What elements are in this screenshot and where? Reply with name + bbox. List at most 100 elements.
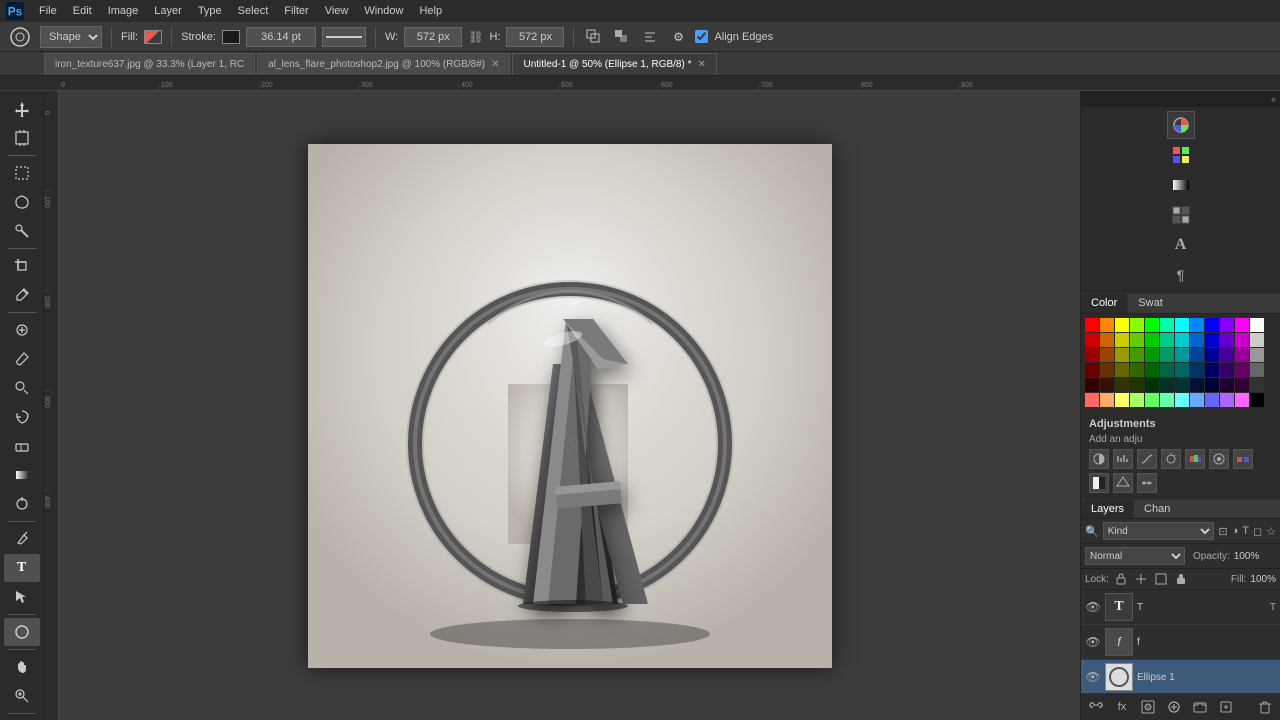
curves-icon[interactable]: [1137, 449, 1157, 469]
swatch[interactable]: [1145, 378, 1159, 392]
swatch[interactable]: [1115, 363, 1129, 377]
swatch[interactable]: [1115, 348, 1129, 362]
swatch[interactable]: [1250, 363, 1264, 377]
menu-view[interactable]: View: [318, 3, 356, 19]
swatch[interactable]: [1250, 348, 1264, 362]
menu-image[interactable]: Image: [101, 3, 146, 19]
swatch[interactable]: [1100, 318, 1114, 332]
channel-mixer-icon[interactable]: [1137, 473, 1157, 493]
add-style-button[interactable]: fx: [1111, 697, 1133, 717]
marquee-tool[interactable]: [4, 159, 40, 187]
hand-tool[interactable]: [4, 653, 40, 681]
kind-smart-icon[interactable]: ☆: [1266, 525, 1276, 538]
swatches-icon[interactable]: [1167, 141, 1195, 169]
swatch[interactable]: [1160, 393, 1174, 407]
layers-kind-select[interactable]: Kind Name Effect Mode: [1103, 522, 1215, 540]
swatch[interactable]: [1205, 333, 1219, 347]
layer-visibility-icon-3[interactable]: 👁: [1085, 670, 1101, 684]
swatch[interactable]: [1130, 393, 1144, 407]
lock-artboard-icon[interactable]: [1153, 571, 1169, 587]
swatch[interactable]: [1190, 333, 1204, 347]
lock-pixels-icon[interactable]: [1113, 571, 1129, 587]
swatch[interactable]: [1130, 378, 1144, 392]
color-tab[interactable]: Color: [1081, 294, 1128, 313]
history-brush-tool[interactable]: [4, 403, 40, 431]
swatch[interactable]: [1220, 393, 1234, 407]
stroke-size-input[interactable]: [246, 27, 316, 47]
stroke-swatch-area[interactable]: [222, 30, 240, 44]
brush-tool[interactable]: [4, 345, 40, 373]
path-ops-icon[interactable]: [611, 26, 633, 48]
new-layer-button[interactable]: [1215, 697, 1237, 717]
swatch[interactable]: [1235, 378, 1249, 392]
swatch[interactable]: [1235, 318, 1249, 332]
swatch[interactable]: [1100, 363, 1114, 377]
panel-collapse-button[interactable]: «: [1081, 91, 1280, 107]
move-tool[interactable]: [4, 95, 40, 123]
fill-swatch[interactable]: [144, 30, 162, 44]
photo-filter-icon[interactable]: [1113, 473, 1133, 493]
swatch[interactable]: [1220, 348, 1234, 362]
color-picker-icon[interactable]: [1167, 111, 1195, 139]
levels-icon[interactable]: [1113, 449, 1133, 469]
menu-edit[interactable]: Edit: [66, 3, 99, 19]
layer-item-ellipse[interactable]: 👁 Ellipse 1: [1081, 660, 1280, 693]
swatch[interactable]: [1145, 348, 1159, 362]
gradient-tool[interactable]: [4, 461, 40, 489]
kind-type-icon[interactable]: T: [1242, 525, 1249, 537]
menu-file[interactable]: File: [32, 3, 64, 19]
swatch[interactable]: [1085, 333, 1099, 347]
swatch[interactable]: [1160, 378, 1174, 392]
menu-help[interactable]: Help: [412, 3, 449, 19]
path-arrange-icon[interactable]: [583, 26, 605, 48]
layer-item-text[interactable]: 👁 T T T: [1081, 590, 1280, 625]
type-tool[interactable]: T: [4, 554, 40, 582]
swatch[interactable]: [1250, 333, 1264, 347]
layer-visibility-icon-2[interactable]: 👁: [1085, 635, 1101, 649]
swatch[interactable]: [1220, 378, 1234, 392]
layer-item-fx[interactable]: 👁 f f: [1081, 625, 1280, 660]
height-input[interactable]: [506, 27, 564, 47]
swatch[interactable]: [1175, 393, 1189, 407]
black-white-icon[interactable]: [1089, 473, 1109, 493]
swatch[interactable]: [1205, 363, 1219, 377]
add-mask-button[interactable]: [1137, 697, 1159, 717]
menu-filter[interactable]: Filter: [277, 3, 315, 19]
artboard-tool[interactable]: [4, 124, 40, 152]
menu-select[interactable]: Select: [231, 3, 276, 19]
gradients-icon[interactable]: [1167, 171, 1195, 199]
swatch[interactable]: [1085, 378, 1099, 392]
swatch[interactable]: [1115, 318, 1129, 332]
pen-tool[interactable]: [4, 525, 40, 553]
text-icon[interactable]: A: [1167, 231, 1195, 259]
menu-type[interactable]: Type: [191, 3, 229, 19]
canvas[interactable]: [308, 144, 832, 668]
magic-wand-tool[interactable]: [4, 217, 40, 245]
layer-visibility-icon[interactable]: 👁: [1085, 600, 1101, 614]
swatch[interactable]: [1145, 318, 1159, 332]
eraser-tool[interactable]: [4, 432, 40, 460]
swatch[interactable]: [1250, 378, 1264, 392]
swatch[interactable]: [1205, 393, 1219, 407]
swatch[interactable]: [1160, 333, 1174, 347]
vibrance-icon[interactable]: [1185, 449, 1205, 469]
stroke-swatch[interactable]: [222, 30, 240, 44]
tab-1[interactable]: iron_texture637.jpg @ 33.3% (Layer 1, RC: [44, 53, 255, 75]
channels-tab[interactable]: Chan: [1134, 500, 1180, 518]
fill-swatch-area[interactable]: [144, 30, 162, 44]
menu-window[interactable]: Window: [357, 3, 410, 19]
exposure-icon[interactable]: [1161, 449, 1181, 469]
crop-tool[interactable]: [4, 252, 40, 280]
swatch[interactable]: [1100, 333, 1114, 347]
swatch[interactable]: [1115, 333, 1129, 347]
tab-3-close[interactable]: ✕: [697, 59, 705, 70]
shape-ellipse-tool[interactable]: [4, 618, 40, 646]
swatch[interactable]: [1085, 348, 1099, 362]
swatch[interactable]: [1205, 318, 1219, 332]
width-input[interactable]: [404, 27, 462, 47]
swatch[interactable]: [1145, 333, 1159, 347]
path-select-tool[interactable]: [4, 583, 40, 611]
layers-tab[interactable]: Layers: [1081, 500, 1134, 518]
tab-2-close[interactable]: ✕: [491, 59, 499, 70]
paragraph-icon[interactable]: ¶: [1167, 261, 1195, 289]
